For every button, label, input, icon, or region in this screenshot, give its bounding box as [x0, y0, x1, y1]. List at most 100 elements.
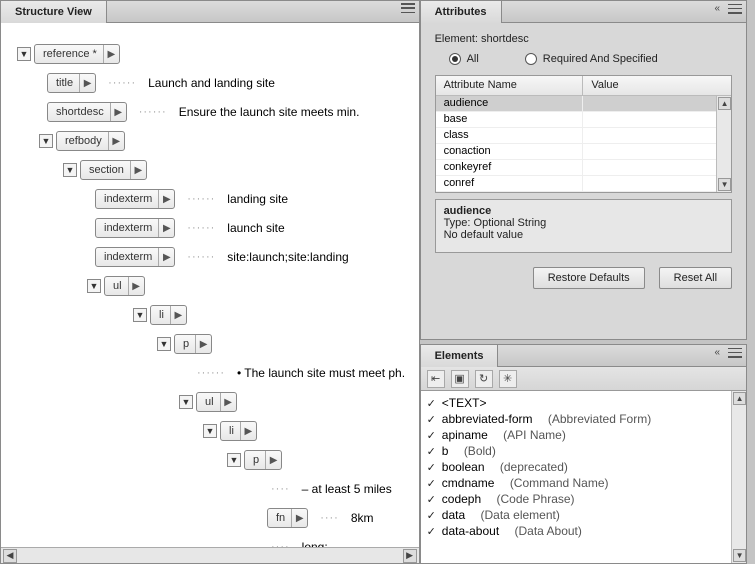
chevron-right-icon[interactable]: ▶ — [220, 393, 236, 411]
element-reference[interactable]: reference *▶ — [34, 44, 120, 64]
list-item[interactable]: ✓data-about (Data About) — [427, 523, 741, 539]
scroll-down-icon[interactable]: ▼ — [733, 549, 746, 562]
chevron-right-icon[interactable]: ▶ — [110, 103, 126, 121]
radio-icon — [449, 53, 461, 65]
attributes-tab[interactable]: Attributes — [421, 1, 502, 23]
collapse-toggle[interactable]: ▼ — [87, 279, 101, 293]
node-text: – at least 5 miles — [302, 482, 392, 496]
element-p[interactable]: p▶ — [244, 450, 282, 470]
scroll-up-icon[interactable]: ▲ — [718, 97, 731, 110]
list-item[interactable]: ✓apiname (API Name) — [427, 427, 741, 443]
chevron-right-icon[interactable]: ▶ — [195, 335, 211, 353]
collapse-caret-icon[interactable]: « — [715, 347, 721, 358]
list-item[interactable]: ✓<TEXT> — [427, 395, 741, 411]
elements-list[interactable]: ✓<TEXT> ✓abbreviated-form (Abbreviated F… — [421, 391, 747, 563]
scroll-down-icon[interactable]: ▼ — [718, 178, 731, 191]
collapse-toggle[interactable]: ▼ — [39, 134, 53, 148]
element-li[interactable]: li▶ — [150, 305, 187, 325]
table-row[interactable]: class — [436, 128, 732, 144]
vertical-scrollbar[interactable]: ▲ ▼ — [716, 96, 731, 192]
radio-all[interactable]: All — [449, 53, 479, 65]
reset-all-button[interactable]: Reset All — [659, 267, 732, 289]
connector-dots: ···· — [271, 483, 290, 495]
structure-view-tab[interactable]: Structure View — [1, 1, 107, 23]
scroll-left-icon[interactable]: ◀ — [3, 549, 17, 563]
panel-menu-icon[interactable] — [728, 348, 742, 358]
chevron-right-icon[interactable]: ▶ — [158, 190, 174, 208]
radio-icon — [525, 53, 537, 65]
list-item[interactable]: ✓data (Data element) — [427, 507, 741, 523]
chevron-right-icon[interactable]: ▶ — [128, 277, 144, 295]
right-panels: Attributes « Element: shortdesc All Requ… — [420, 0, 748, 564]
table-row[interactable]: conaction — [436, 144, 732, 160]
table-row[interactable]: conkeyref — [436, 160, 732, 176]
chevron-right-icon[interactable]: ▶ — [158, 219, 174, 237]
insert-after-icon[interactable]: ▣ — [451, 370, 469, 388]
current-element-label: Element: shortdesc — [435, 33, 733, 45]
list-item[interactable]: ✓cmdname (Command Name) — [427, 475, 741, 491]
table-row[interactable]: audience — [436, 96, 732, 112]
insert-before-icon[interactable]: ⇤ — [427, 370, 445, 388]
list-item[interactable]: ✓boolean (deprecated) — [427, 459, 741, 475]
col-attribute-name[interactable]: Attribute Name — [436, 76, 584, 95]
scroll-right-icon[interactable]: ▶ — [403, 549, 417, 563]
element-ul[interactable]: ul▶ — [104, 276, 145, 296]
chevron-right-icon[interactable]: ▶ — [291, 509, 307, 527]
list-item[interactable]: ✓abbreviated-form (Abbreviated Form) — [427, 411, 741, 427]
element-indexterm[interactable]: indexterm▶ — [95, 189, 175, 209]
refresh-icon[interactable]: ↻ — [475, 370, 493, 388]
element-fn[interactable]: fn▶ — [267, 508, 308, 528]
radio-required[interactable]: Required And Specified — [525, 53, 658, 65]
chevron-right-icon[interactable]: ▶ — [103, 45, 119, 63]
attributes-table[interactable]: Attribute Name Value audience base class… — [435, 75, 733, 193]
list-item[interactable]: ✓b (Bold) — [427, 443, 741, 459]
collapse-toggle[interactable]: ▼ — [63, 163, 77, 177]
list-item[interactable]: ✓codeph (Code Phrase) — [427, 491, 741, 507]
connector-dots: ······ — [187, 193, 215, 205]
element-ul[interactable]: ul▶ — [196, 392, 237, 412]
attribute-detail-box: audience Type: Optional String No defaul… — [435, 199, 733, 253]
collapse-toggle[interactable]: ▼ — [203, 424, 217, 438]
collapse-toggle[interactable]: ▼ — [227, 453, 241, 467]
chevron-right-icon[interactable]: ▶ — [265, 451, 281, 469]
node-text: launch site — [227, 221, 284, 235]
node-text: Ensure the launch site meets min. — [179, 105, 360, 119]
check-icon: ✓ — [427, 445, 436, 458]
structure-view-header: Structure View — [1, 1, 419, 23]
element-shortdesc[interactable]: shortdesc▶ — [47, 102, 127, 122]
detail-type: Type: Optional String — [444, 217, 724, 229]
chevron-right-icon[interactable]: ▶ — [79, 74, 95, 92]
collapse-toggle[interactable]: ▼ — [157, 337, 171, 351]
scroll-up-icon[interactable]: ▲ — [733, 392, 746, 405]
col-value[interactable]: Value — [583, 76, 731, 95]
element-section[interactable]: section▶ — [80, 160, 147, 180]
chevron-right-icon[interactable]: ▶ — [170, 306, 186, 324]
element-refbody[interactable]: refbody▶ — [56, 131, 125, 151]
connector-dots: ······ — [197, 367, 225, 379]
settings-icon[interactable]: ✳ — [499, 370, 517, 388]
vertical-scrollbar[interactable]: ▲ ▼ — [731, 391, 746, 563]
node-text: Launch and landing site — [148, 76, 275, 90]
table-row[interactable]: base — [436, 112, 732, 128]
panel-menu-icon[interactable] — [728, 4, 742, 14]
element-li[interactable]: li▶ — [220, 421, 257, 441]
collapse-toggle[interactable]: ▼ — [179, 395, 193, 409]
restore-defaults-button[interactable]: Restore Defaults — [533, 267, 645, 289]
table-row[interactable]: conref — [436, 176, 732, 192]
element-title[interactable]: title▶ — [47, 73, 96, 93]
right-gutter — [747, 0, 755, 564]
horizontal-scrollbar[interactable]: ◀ ▶ — [1, 547, 419, 563]
chevron-right-icon[interactable]: ▶ — [240, 422, 256, 440]
collapse-toggle[interactable]: ▼ — [133, 308, 147, 322]
element-indexterm[interactable]: indexterm▶ — [95, 247, 175, 267]
panel-menu-icon[interactable] — [401, 3, 415, 13]
element-indexterm[interactable]: indexterm▶ — [95, 218, 175, 238]
structure-tree[interactable]: ▼ reference *▶ title▶ ······ Launch and … — [1, 23, 419, 547]
collapse-toggle[interactable]: ▼ — [17, 47, 31, 61]
chevron-right-icon[interactable]: ▶ — [108, 132, 124, 150]
chevron-right-icon[interactable]: ▶ — [130, 161, 146, 179]
elements-tab[interactable]: Elements — [421, 345, 499, 367]
chevron-right-icon[interactable]: ▶ — [158, 248, 174, 266]
element-p[interactable]: p▶ — [174, 334, 212, 354]
collapse-caret-icon[interactable]: « — [715, 3, 721, 14]
